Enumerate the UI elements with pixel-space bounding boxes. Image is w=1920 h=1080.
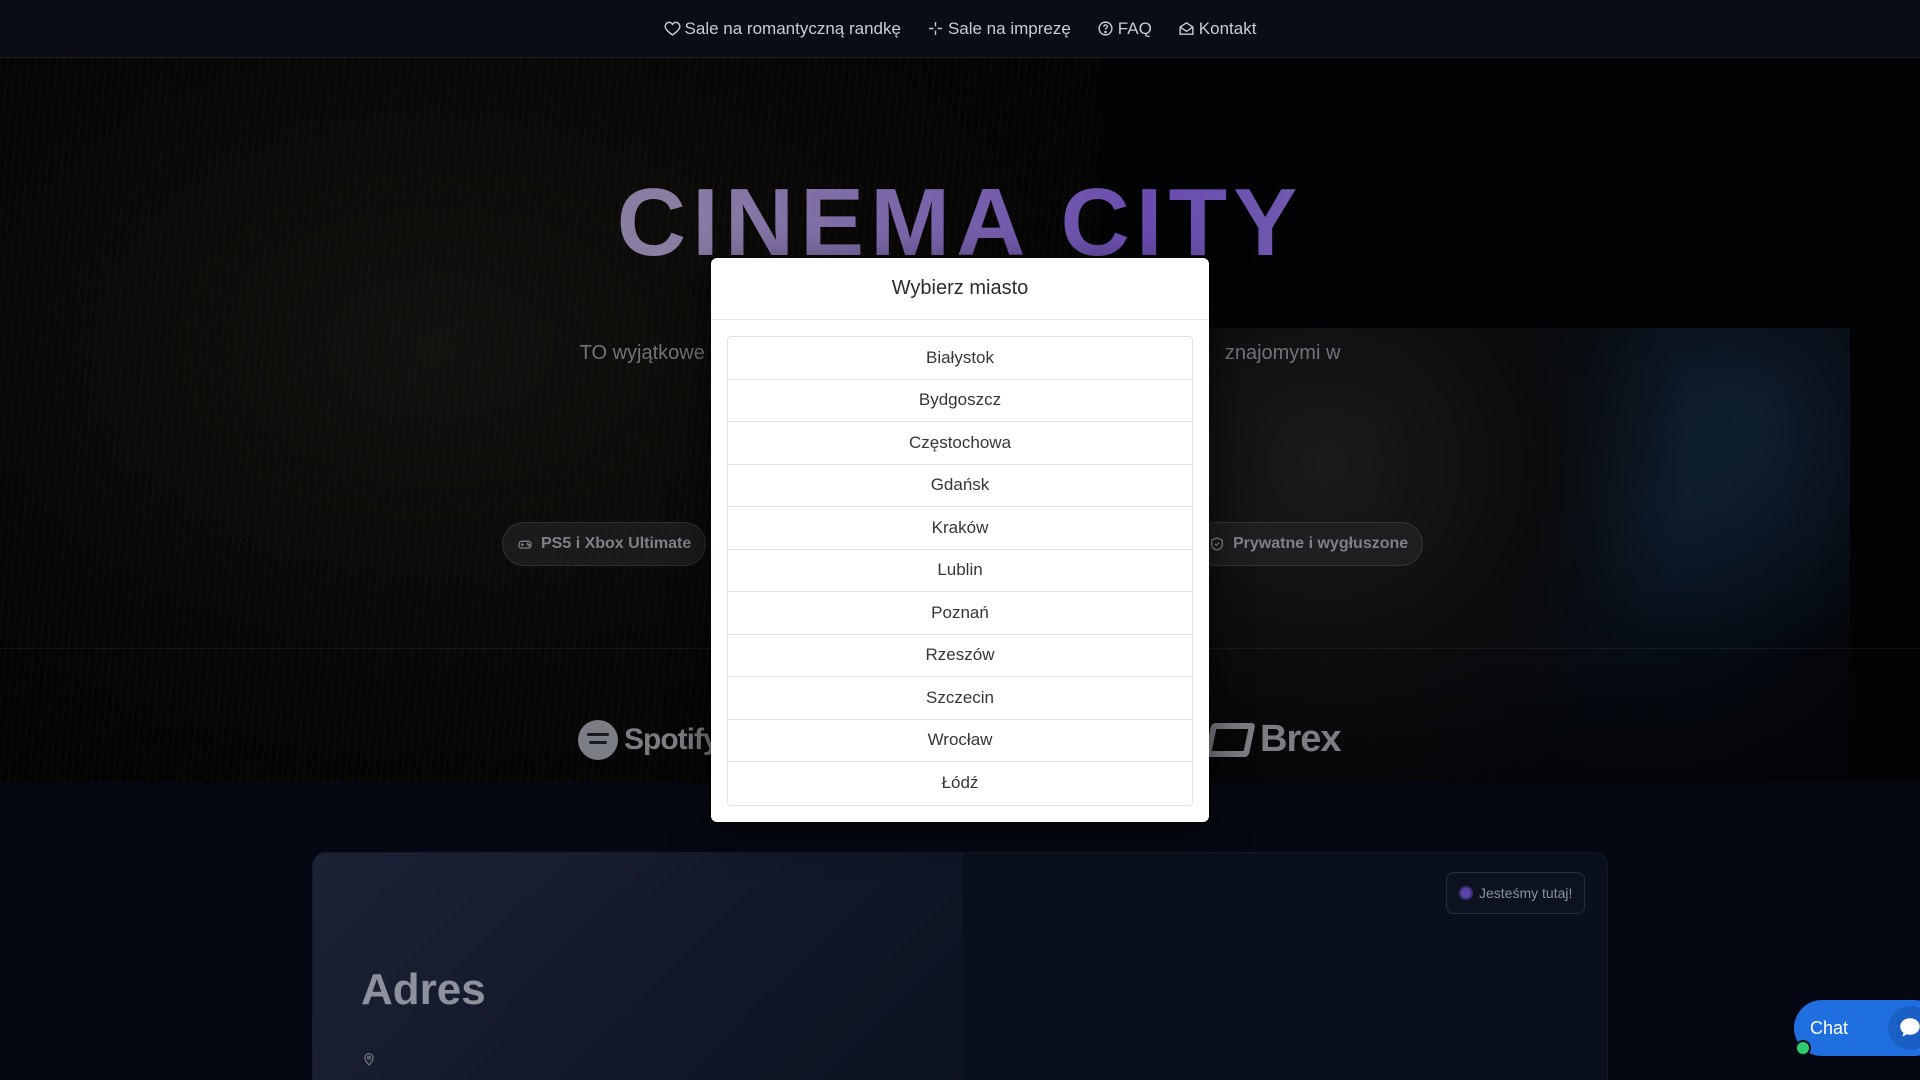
nav-item-label: FAQ [1117,18,1152,38]
nav-item-party-rooms[interactable]: Sale na imprezę [927,19,1071,39]
city-option[interactable]: Kraków [728,507,1192,550]
city-option[interactable]: Gdańsk [728,464,1192,507]
city-option[interactable]: Wrocław [728,719,1192,762]
address-section: Adres [312,852,1608,1080]
brex-icon [1204,722,1256,757]
city-option[interactable]: Częstochowa [728,422,1192,465]
hero-description-left: TO wyjątkowe [579,342,705,364]
map-here-badge: Jesteśmy tutaj! [1446,872,1586,914]
chat-button[interactable]: Chat [1794,1000,1920,1056]
top-nav: Sale na romantyczną randkę Sale na impre… [0,0,1920,58]
location-dot-icon [1459,886,1473,900]
online-status-indicator [1795,1040,1811,1056]
city-option[interactable]: Bydgoszcz [728,379,1192,422]
city-option[interactable]: Szczecin [728,677,1192,720]
hero-description-right: znajomymi w [1224,342,1341,364]
map-pin-icon [364,1053,374,1066]
chat-bubble-icon [1888,1006,1920,1050]
city-option[interactable]: Poznań [728,592,1192,635]
city-option[interactable]: Białystok [728,337,1192,380]
city-list: Białystok Bydgoszcz Częstochowa Gdańsk K… [727,336,1193,806]
nav-item-romantic-rooms[interactable]: Sale na romantyczną randkę [664,19,901,39]
question-circle-icon [1098,21,1113,36]
address-panel: Adres [313,853,963,1080]
speech-bubble-icon [1900,1018,1920,1037]
modal-title: Wybierz miasto [711,258,1209,320]
brex-logo: Brex [1204,718,1341,761]
map-here-label: Jesteśmy tutaj! [1479,885,1573,901]
city-picker-modal: Wybierz miasto Białystok Bydgoszcz Częst… [711,258,1209,822]
mail-open-icon [1179,21,1194,35]
gamepad-icon [518,540,532,549]
spotify-logo-text: Spotify [624,723,720,756]
spotify-logo: Spotify [578,720,720,760]
nav-item-label: Sale na romantyczną randkę [684,18,901,38]
nav-item-faq[interactable]: FAQ [1097,19,1152,39]
spotify-icon [578,720,618,760]
nav-item-contact[interactable]: Kontakt [1178,18,1257,39]
heart-icon [664,21,681,36]
feature-pill-label: PS5 i Xbox Ultimate [541,535,692,552]
feature-pill-consoles: PS5 i Xbox Ultimate [502,522,707,566]
city-option[interactable]: Łódź [728,762,1192,805]
chat-label: Chat [1810,1017,1849,1038]
nav-item-label: Sale na imprezę [947,18,1071,38]
address-title: Adres [361,965,486,1014]
city-option[interactable]: Rzeszów [728,634,1192,677]
feature-pill-label: Prywatne i wygłuszone [1233,535,1409,552]
city-option[interactable]: Lublin [728,549,1192,592]
feature-pill-private: Prywatne i wygłuszone [1194,522,1424,566]
brex-logo-text: Brex [1260,718,1341,760]
sparkle-icon [929,22,942,35]
nav-item-label: Kontakt [1198,18,1257,38]
shield-icon [1211,537,1223,551]
